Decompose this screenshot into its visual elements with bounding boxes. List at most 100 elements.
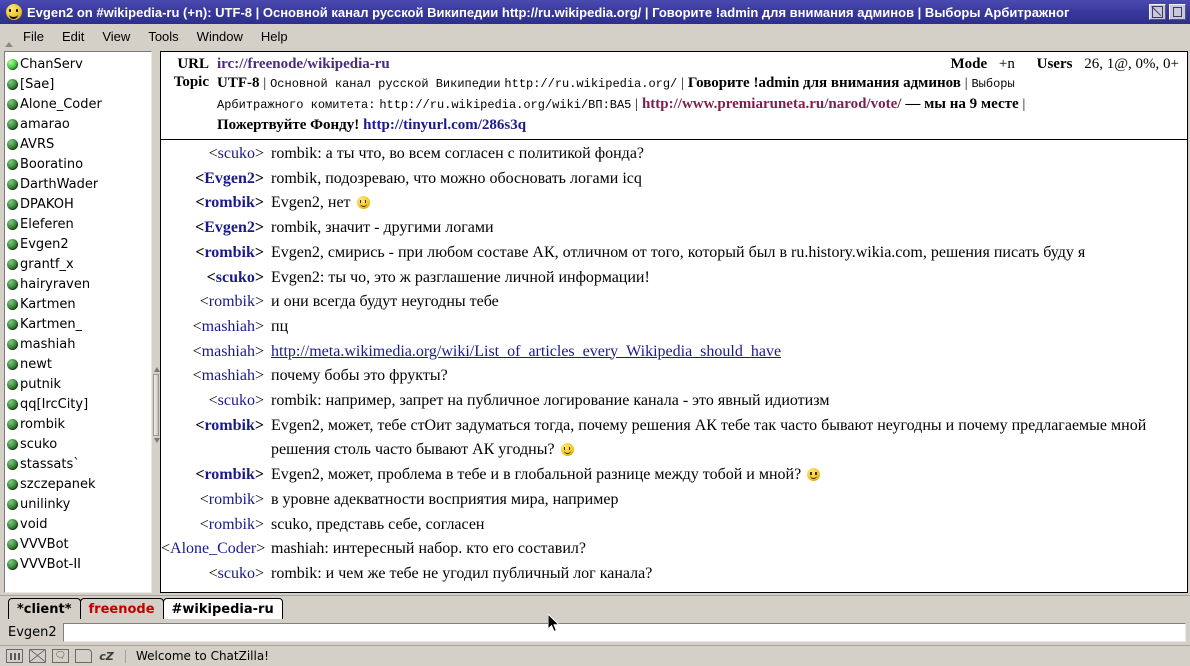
user-status-icon	[7, 258, 18, 270]
message-nick[interactable]: <Evgen2>	[161, 216, 271, 241]
panel-splitter[interactable]	[152, 49, 160, 595]
list-item[interactable]: Eleferen	[7, 214, 151, 234]
menu-item-tools[interactable]: Tools	[139, 26, 187, 47]
list-item[interactable]: Kartmen_	[7, 314, 151, 334]
speech-bubble-icon[interactable]: 🗨	[52, 649, 69, 663]
status-bar: 🗨 cZ Welcome to ChatZilla!	[0, 645, 1190, 666]
list-item[interactable]: grantf_x	[7, 254, 151, 274]
topic-text-6: Пожертвуйте Фонду!	[217, 117, 360, 133]
list-item[interactable]: Kartmen	[7, 294, 151, 314]
user-list-panel[interactable]: ChanServ [Sae] Alone_Coder amarao AVRS Boorat…	[4, 51, 152, 593]
list-item[interactable]: AVRS	[7, 134, 151, 154]
chat-message: <Alone_Coder> mashiah: интересный набор. …	[161, 537, 1187, 562]
topic-url-2[interactable]: http://ru.wikipedia.org/wiki/ВП:ВА5	[379, 98, 631, 112]
user-status-icon	[7, 298, 18, 310]
channel-url-link[interactable]: irc://freenode/wikipedia-ru	[217, 56, 390, 72]
message-nick[interactable]: <Alone_Coder>	[161, 537, 271, 562]
nick-close-bracket: >	[254, 194, 264, 212]
list-item[interactable]: stassats`	[7, 454, 151, 474]
topic-value[interactable]: UTF-8 | Основной канал русской Википедии…	[217, 73, 1183, 135]
list-item[interactable]: rombik	[7, 414, 151, 434]
menu-collapse-icon[interactable]	[4, 22, 14, 51]
message-text: rombik, подозреваю, что можно обосновать…	[271, 169, 642, 187]
message-nick[interactable]: <scuko>	[161, 142, 271, 167]
menu-item-view[interactable]: View	[93, 26, 139, 47]
topic-sep-2: |	[681, 76, 684, 91]
nick-open-bracket: <	[195, 169, 205, 187]
list-item[interactable]: DarthWader	[7, 174, 151, 194]
list-item[interactable]: unilinky	[7, 494, 151, 514]
message-nick[interactable]: <mashiah>	[161, 364, 271, 389]
list-item[interactable]: hairyraven	[7, 274, 151, 294]
list-item[interactable]: void	[7, 514, 151, 534]
message-nick[interactable]: <mashiah>	[161, 315, 271, 340]
restore-window-button[interactable]	[1149, 4, 1166, 20]
list-item[interactable]: DPAKOH	[7, 194, 151, 214]
message-nick[interactable]: <rombik>	[161, 463, 271, 488]
user-status-icon	[7, 538, 18, 550]
nick-text: mashiah	[201, 367, 255, 385]
message-body: rombik: а ты что, во всем согласен с пол…	[271, 142, 1187, 167]
message-nick[interactable]: <rombik>	[161, 414, 271, 439]
list-item[interactable]: putnik	[7, 374, 151, 394]
list-item[interactable]: Evgen2	[7, 234, 151, 254]
message-text: пц	[271, 317, 289, 335]
page-icon[interactable]	[75, 649, 92, 663]
list-item[interactable]: scuko	[7, 434, 151, 454]
message-nick[interactable]: <rombik>	[161, 241, 271, 266]
menu-item-help[interactable]: Help	[252, 26, 297, 47]
topic-url-3[interactable]: http://www.premiaruneta.ru/narod/vote/	[642, 96, 901, 112]
menu-item-edit[interactable]: Edit	[53, 26, 93, 47]
menu-item-window-label: Window	[196, 28, 243, 44]
user-nick: Booratino	[20, 156, 84, 172]
tab-client[interactable]: *client*	[8, 598, 81, 619]
message-nick[interactable]: <scuko>	[161, 266, 271, 291]
message-link[interactable]: http://meta.wikimedia.org/wiki/List_of_a…	[271, 343, 781, 360]
list-item[interactable]: [Sae]	[7, 74, 151, 94]
chat-message: <scuko> Evgen2: ты чо, это ж разглашение …	[161, 266, 1187, 291]
nick-close-bracket: >	[254, 367, 264, 385]
nick-text: Evgen2	[204, 169, 255, 187]
message-body: Evgen2: ты чо, это ж разглашение личной …	[271, 266, 1187, 291]
chat-message: <rombik> Evgen2, нет	[161, 191, 1187, 216]
topic-url-4[interactable]: http://tinyurl.com/286s3q	[363, 117, 526, 133]
list-item[interactable]: amarao	[7, 114, 151, 134]
message-nick[interactable]: <mashiah>	[161, 340, 271, 365]
user-nick: VVVBot	[20, 536, 69, 552]
menu-item-window[interactable]: Window	[188, 26, 252, 47]
chat-message: <rombik> Evgen2, может, тебе стОит задума…	[161, 414, 1187, 463]
envelope-icon[interactable]	[29, 649, 46, 663]
list-item[interactable]: VVVBot	[7, 534, 151, 554]
topic-encoding: UTF-8	[217, 75, 260, 91]
list-item[interactable]: VVVBot-II	[7, 554, 151, 574]
list-item[interactable]: Booratino	[7, 154, 151, 174]
list-item[interactable]: szczepanek	[7, 474, 151, 494]
topic-url-1[interactable]: http://ru.wikipedia.org/	[504, 77, 677, 91]
tab-freenode[interactable]: freenode	[79, 598, 164, 619]
message-nick[interactable]: <rombik>	[161, 488, 271, 513]
chat-messages[interactable]: <scuko> rombik: а ты что, во всем согласе…	[160, 140, 1188, 593]
close-window-button[interactable]	[1169, 4, 1186, 20]
message-nick[interactable]: <scuko>	[161, 562, 271, 587]
list-item[interactable]: newt	[7, 354, 151, 374]
list-item[interactable]: ChanServ	[7, 54, 151, 74]
nick-text: rombik	[208, 293, 255, 311]
list-item[interactable]: qq[IrcCity]	[7, 394, 151, 414]
user-status-icon	[7, 238, 18, 250]
message-nick[interactable]: <Evgen2>	[161, 167, 271, 192]
menu-item-file[interactable]: File	[14, 26, 53, 47]
chatzilla-cz-icon[interactable]: cZ	[98, 649, 115, 663]
message-nick[interactable]: <scuko>	[161, 389, 271, 414]
menu-item-tools-label: Tools	[148, 28, 179, 44]
chat-message: <scuko> rombik: например, запрет на публи…	[161, 389, 1187, 414]
tab-wikipedia-ru[interactable]: #wikipedia-ru	[162, 598, 283, 619]
message-nick[interactable]: <rombik>	[161, 191, 271, 216]
list-item[interactable]: mashiah	[7, 334, 151, 354]
splitter-grip[interactable]	[153, 367, 160, 443]
message-input[interactable]	[62, 622, 1186, 642]
message-nick[interactable]: <rombik>	[161, 290, 271, 315]
message-nick[interactable]: <rombik>	[161, 513, 271, 538]
bars-icon[interactable]	[6, 649, 23, 663]
url-row: URL irc://freenode/wikipedia-ru Mode +n …	[165, 55, 1183, 73]
list-item[interactable]: Alone_Coder	[7, 94, 151, 114]
